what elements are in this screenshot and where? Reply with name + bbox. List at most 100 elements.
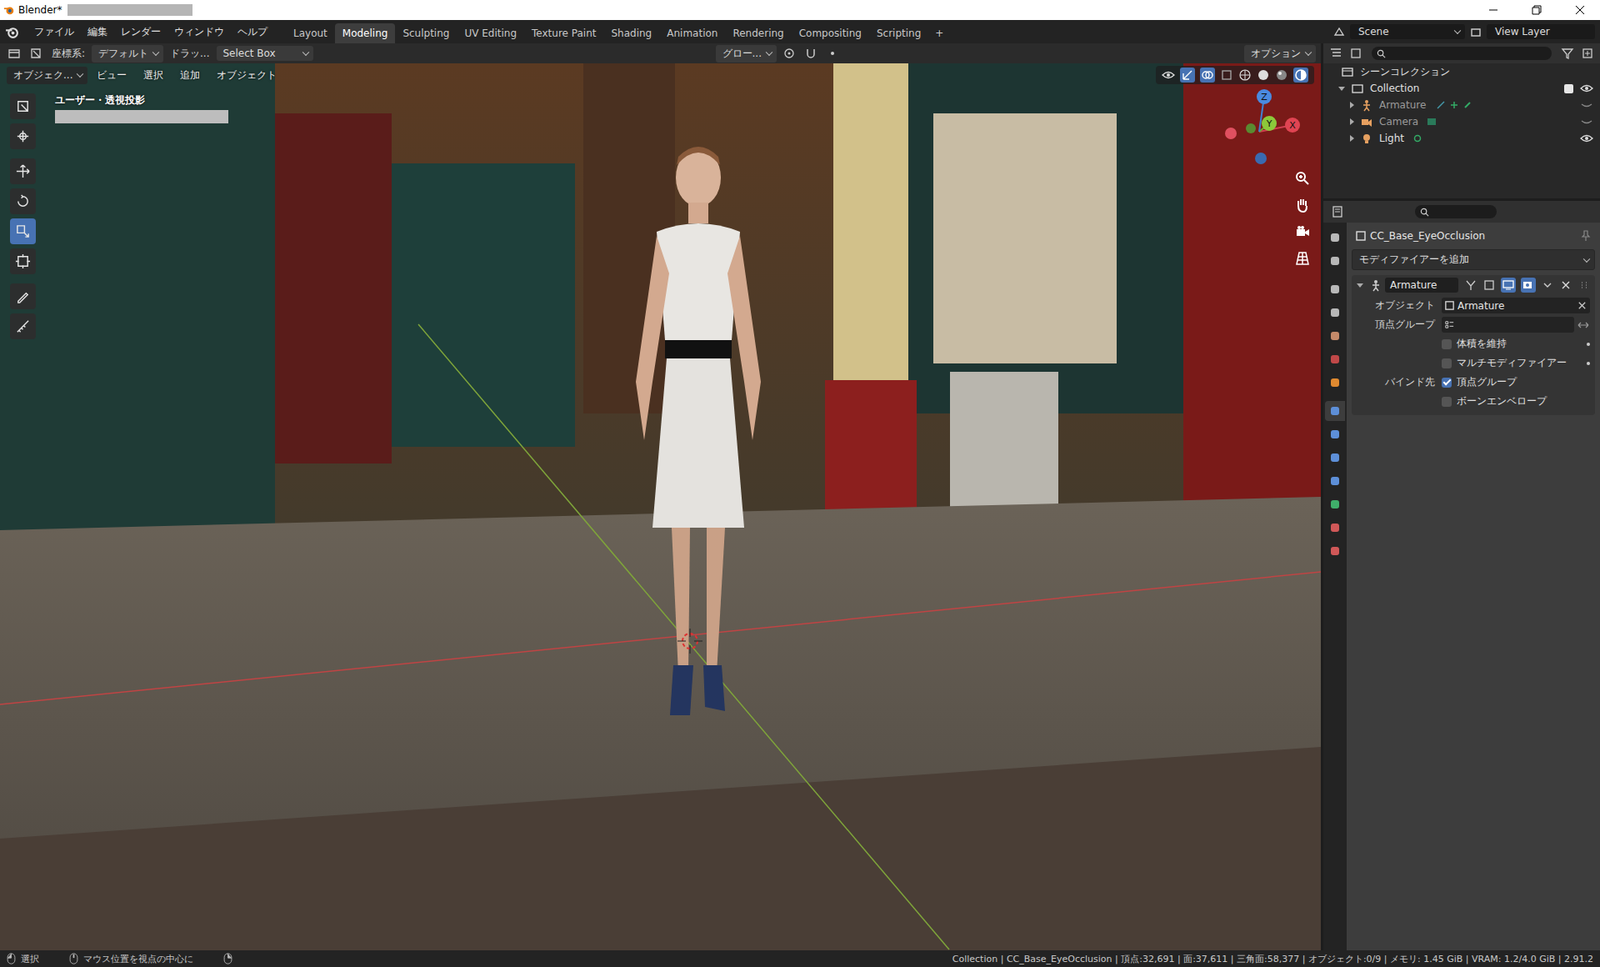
property-tab[interactable]: [1325, 325, 1345, 346]
mode-dropdown[interactable]: オブジェク...: [6, 66, 88, 85]
filter-icon[interactable]: [1560, 46, 1575, 60]
property-tab[interactable]: [1325, 349, 1345, 370]
menu-item[interactable]: ウィンドウ: [167, 22, 231, 42]
outliner-item[interactable]: Camera: [1323, 113, 1600, 130]
invert-icon[interactable]: [1576, 318, 1590, 332]
expand-arrow-icon[interactable]: [1350, 118, 1355, 125]
option-label[interactable]: マルチモディファイアー: [1456, 355, 1567, 370]
transform-orientation-dropdown[interactable]: グロー...: [715, 45, 777, 63]
select-mode-dropdown[interactable]: Select Box: [216, 45, 314, 61]
edit-mode-icon[interactable]: [1482, 278, 1496, 292]
drag-handle-icon[interactable]: [1577, 278, 1591, 292]
tool-button[interactable]: [10, 93, 36, 120]
bind-option-label[interactable]: ボーンエンベロープ: [1456, 394, 1547, 409]
outliner-item[interactable]: Armature: [1323, 96, 1600, 114]
property-tab[interactable]: [1325, 447, 1345, 468]
restore-icon[interactable]: [1531, 5, 1542, 15]
outliner-search[interactable]: [1371, 46, 1552, 60]
outliner-editor-icon[interactable]: [1329, 46, 1343, 60]
pan-hand-icon[interactable]: [1294, 196, 1311, 214]
editor-type-icon[interactable]: [7, 46, 21, 60]
tool-button[interactable]: [10, 313, 36, 340]
keyframe-dot-icon[interactable]: [1586, 342, 1590, 346]
minimize-icon[interactable]: [1488, 5, 1499, 15]
clear-field-icon[interactable]: [1576, 300, 1588, 311]
tool-button[interactable]: [10, 123, 36, 150]
workspace-tab[interactable]: Texture Paint: [524, 23, 604, 44]
options-dropdown[interactable]: オプション: [1244, 45, 1316, 63]
close-icon[interactable]: [1575, 5, 1585, 15]
material-shading-icon[interactable]: [1275, 68, 1289, 82]
field-value[interactable]: Armature: [1441, 297, 1590, 314]
scene-icon[interactable]: [1332, 25, 1346, 39]
add-workspace-button[interactable]: +: [928, 23, 950, 44]
workspace-tab[interactable]: Layout: [285, 23, 335, 44]
keyframe-dot-icon[interactable]: [1586, 361, 1590, 365]
perspective-grid-icon[interactable]: [1294, 250, 1311, 267]
pin-icon[interactable]: [1579, 229, 1593, 243]
viewport-menu[interactable]: 選択: [135, 65, 171, 85]
layer-icon[interactable]: [1469, 25, 1483, 39]
character-model[interactable]: [606, 140, 790, 724]
property-tab[interactable]: [1325, 279, 1345, 300]
tool-button[interactable]: [10, 188, 36, 215]
workspace-tab[interactable]: Animation: [659, 23, 725, 44]
property-tab[interactable]: [1325, 227, 1345, 248]
gizmo-icon[interactable]: [1180, 67, 1195, 83]
tool-button[interactable]: [10, 248, 36, 275]
workspace-tab[interactable]: Shading: [603, 23, 660, 44]
on-cage-icon[interactable]: [1464, 278, 1478, 292]
orientation-dropdown[interactable]: デフォルト: [91, 45, 164, 63]
menu-item[interactable]: 編集: [80, 22, 115, 42]
property-tab[interactable]: [1325, 302, 1345, 323]
outliner-item[interactable]: Light: [1323, 130, 1600, 147]
3d-viewport[interactable]: オブジェク...ビュー選択追加オブジェクトユーザー・透視投影XYZ: [0, 63, 1321, 950]
proportional-icon[interactable]: [825, 46, 840, 60]
collapse-arrow-icon[interactable]: [1356, 283, 1364, 288]
zoom-icon[interactable]: [1294, 170, 1311, 187]
property-tab[interactable]: [1325, 400, 1345, 421]
eye-icon[interactable]: [1580, 98, 1594, 112]
workspace-tab[interactable]: Rendering: [725, 23, 791, 44]
expand-arrow-icon[interactable]: [1338, 86, 1345, 91]
option-checkbox[interactable]: [1441, 358, 1452, 369]
snap-icon[interactable]: [804, 46, 818, 60]
blender-menu-icon[interactable]: [5, 25, 20, 40]
tool-button[interactable]: [10, 158, 36, 185]
rendered-shading-icon[interactable]: [1293, 67, 1309, 83]
wireframe-shading-icon[interactable]: [1238, 68, 1252, 82]
pivot-icon[interactable]: [782, 46, 796, 60]
viewport-menu[interactable]: 追加: [172, 65, 208, 85]
visibility-icon[interactable]: [1161, 68, 1175, 82]
property-tab[interactable]: [1325, 540, 1345, 561]
property-tab[interactable]: [1325, 250, 1345, 271]
drag-label[interactable]: ドラッ...: [166, 46, 213, 61]
option-checkbox[interactable]: [1441, 339, 1452, 350]
overlay-icon[interactable]: [1200, 67, 1215, 83]
outliner-item[interactable]: シーンコレクション: [1323, 63, 1600, 80]
navigation-gizmo[interactable]: XYZ: [1209, 81, 1310, 182]
property-tab[interactable]: [1325, 494, 1345, 515]
option-label[interactable]: 体積を維持: [1456, 336, 1507, 351]
properties-search[interactable]: [1415, 205, 1497, 219]
property-tab[interactable]: [1325, 424, 1345, 445]
workspace-tab[interactable]: Sculpting: [395, 23, 457, 44]
viewport-menu[interactable]: オブジェクト: [209, 65, 285, 85]
modifier-menu-icon[interactable]: [1540, 278, 1555, 292]
remove-modifier-icon[interactable]: [1559, 278, 1573, 292]
scene-field[interactable]: Scene: [1350, 24, 1465, 40]
modifier-name-field[interactable]: Armature: [1385, 277, 1459, 293]
bind-option-label[interactable]: 頂点グループ: [1456, 375, 1517, 390]
outliner-item[interactable]: Collection: [1323, 80, 1600, 97]
expand-arrow-icon[interactable]: [1350, 101, 1355, 109]
workspace-tab[interactable]: Compositing: [791, 23, 870, 44]
workspace-tab[interactable]: Modeling: [335, 23, 396, 44]
tool-button[interactable]: [10, 283, 36, 310]
workspace-tab[interactable]: Scripting: [869, 23, 929, 44]
property-tab[interactable]: [1325, 470, 1345, 491]
viewport-menu[interactable]: ビュー: [89, 65, 135, 85]
solid-shading-icon[interactable]: [1256, 68, 1270, 82]
view-layer-field[interactable]: View Layer: [1486, 24, 1595, 40]
display-mode-icon[interactable]: [1349, 46, 1363, 60]
properties-editor-icon[interactable]: [1330, 205, 1345, 219]
